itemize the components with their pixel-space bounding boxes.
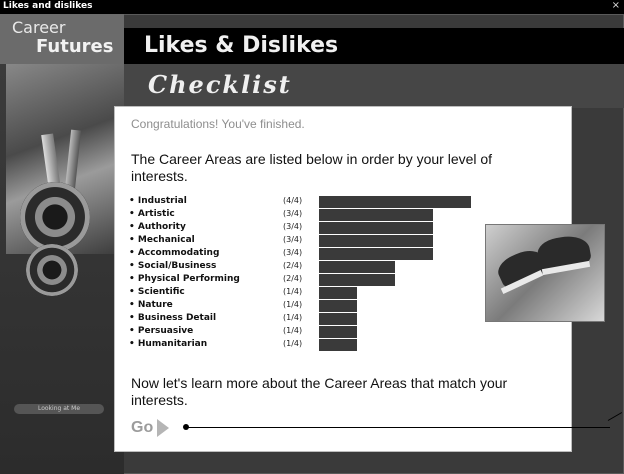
- career-area-name: Mechanical: [129, 235, 195, 245]
- career-area-score: (3/4): [283, 209, 303, 218]
- window-titlebar: Likes and dislikes ×: [0, 0, 624, 14]
- intro-text: The Career Areas are listed below in ord…: [131, 151, 493, 184]
- career-area-bar: [319, 209, 433, 221]
- career-area-name: Business Detail: [129, 313, 216, 323]
- congrats-text: Congratulations! You've finished.: [131, 117, 305, 131]
- career-area-score: (3/4): [283, 222, 303, 231]
- career-area-bar: [319, 339, 357, 351]
- go-label: Go: [131, 419, 154, 436]
- close-icon[interactable]: ×: [612, 0, 620, 11]
- gear-shape: [20, 182, 90, 252]
- career-area-name: Scientific: [129, 287, 185, 297]
- career-area-bar: [319, 300, 357, 312]
- career-area-bar: [319, 287, 357, 299]
- sneakers-photo: [485, 224, 605, 322]
- career-area-score: (1/4): [283, 300, 303, 309]
- tools-photo: [6, 64, 124, 296]
- career-area-bar: [319, 248, 433, 260]
- career-area-bar: [319, 326, 357, 338]
- career-area-name: Social/Business: [129, 261, 216, 271]
- career-area-score: (4/4): [283, 196, 303, 205]
- logo-line1: Career: [12, 18, 66, 37]
- career-area-bar: [319, 261, 395, 273]
- career-area-name: Accommodating: [129, 248, 220, 258]
- callout-line: [186, 427, 610, 428]
- career-area-row: Industrial (4/4): [129, 196, 569, 208]
- career-area-bar: [319, 196, 471, 208]
- looking-at-me-button[interactable]: Looking at Me: [14, 404, 104, 414]
- window-title: Likes and dislikes: [3, 1, 93, 11]
- page-subtitle: Checklist: [148, 70, 292, 99]
- career-area-row: Artistic (3/4): [129, 209, 569, 221]
- go-button[interactable]: Go: [131, 419, 170, 437]
- page-subheader: Checklist: [124, 64, 624, 108]
- page-title: Likes & Dislikes: [144, 33, 339, 58]
- career-area-name: Artistic: [129, 209, 175, 219]
- outro-text: Now let's learn more about the Career Ar…: [131, 375, 508, 408]
- career-area-score: (2/4): [283, 261, 303, 270]
- career-area-name: Industrial: [129, 196, 187, 206]
- career-area-name: Physical Performing: [129, 274, 240, 284]
- career-area-score: (2/4): [283, 274, 303, 283]
- career-area-name: Authority: [129, 222, 186, 232]
- career-area-name: Humanitarian: [129, 339, 207, 349]
- career-area-score: (1/4): [283, 326, 303, 335]
- gear-shape: [26, 244, 78, 296]
- career-area-score: (1/4): [283, 339, 303, 348]
- career-futures-logo: Career Futures: [0, 14, 124, 64]
- career-area-name: Nature: [129, 300, 173, 310]
- career-area-score: (3/4): [283, 235, 303, 244]
- career-area-bar: [319, 274, 395, 286]
- career-area-score: (1/4): [283, 313, 303, 322]
- arrow-right-icon: [157, 419, 170, 437]
- logo-line2: Futures: [36, 36, 114, 57]
- career-area-bar: [319, 235, 433, 247]
- career-area-score: (3/4): [283, 248, 303, 257]
- career-area-row: Humanitarian (1/4): [129, 339, 569, 351]
- pen-shape: [64, 129, 82, 191]
- career-area-name: Persuasive: [129, 326, 193, 336]
- career-area-score: (1/4): [283, 287, 303, 296]
- career-area-bar: [319, 313, 357, 325]
- career-area-bar: [319, 222, 433, 234]
- page-header: Likes & Dislikes: [124, 28, 624, 64]
- career-area-row: Persuasive (1/4): [129, 326, 569, 338]
